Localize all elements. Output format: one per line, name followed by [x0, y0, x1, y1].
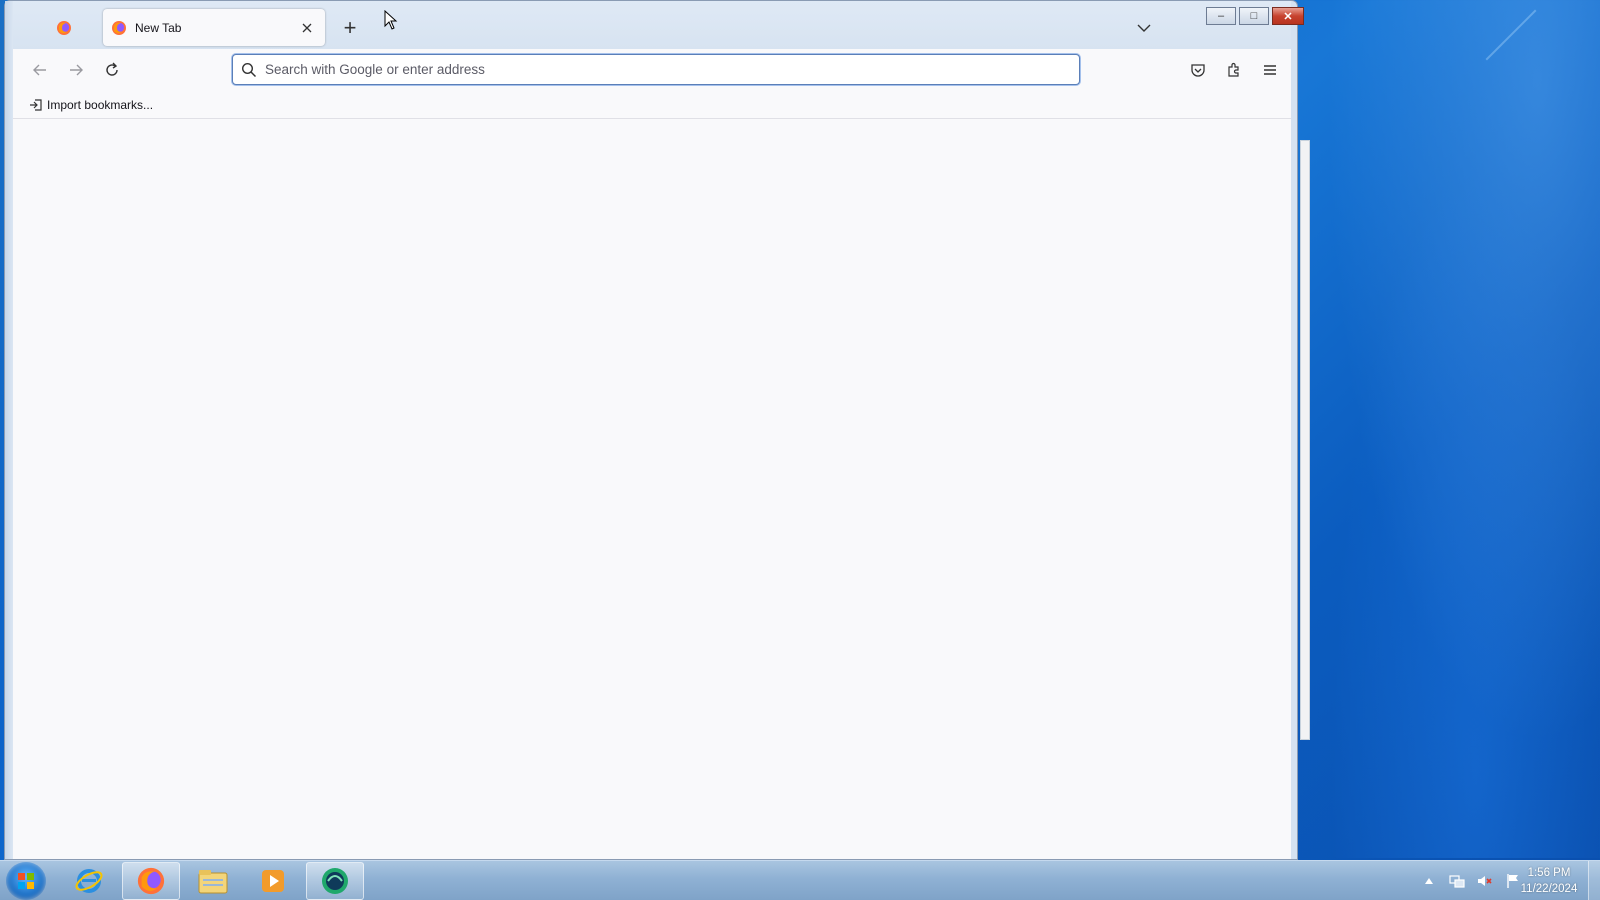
pocket-icon [1191, 64, 1205, 77]
mouse-cursor-icon [384, 10, 398, 30]
firefox-icon [57, 21, 71, 35]
maximize-button[interactable]: □ [1239, 7, 1269, 25]
close-icon: ✕ [1283, 10, 1293, 23]
desktop-background [1290, 0, 1600, 858]
back-button[interactable] [27, 57, 53, 83]
navigation-toolbar [13, 49, 1291, 91]
list-all-tabs-button[interactable] [1133, 17, 1155, 39]
show-hidden-icons-button[interactable] [1420, 872, 1438, 890]
extensions-button[interactable] [1221, 57, 1247, 83]
pocket-button[interactable] [1185, 57, 1211, 83]
import-bookmarks-label: Import bookmarks... [47, 97, 154, 112]
forward-button[interactable] [63, 57, 89, 83]
window-frame [5, 1, 13, 859]
url-bar[interactable] [232, 54, 1080, 85]
taskbar-item-internet-explorer[interactable] [60, 862, 118, 900]
plus-icon: + [343, 15, 357, 40]
search-icon [241, 62, 257, 77]
taskbar-item-media-player[interactable] [244, 862, 302, 900]
start-button[interactable] [6, 862, 46, 900]
internet-explorer-icon [75, 869, 103, 893]
clock-date: 11/22/2024 [1520, 883, 1578, 895]
app-icon [322, 868, 348, 894]
taskbar: 1:56 PM 11/22/2024 [0, 860, 1600, 900]
bookmarks-toolbar: Import bookmarks... [13, 91, 1291, 119]
menu-button[interactable] [1257, 57, 1283, 83]
chevron-down-icon [1137, 24, 1151, 32]
maximize-icon: □ [1250, 10, 1258, 22]
minimize-button[interactable]: – [1206, 7, 1236, 25]
search-input[interactable] [265, 57, 1055, 82]
puzzle-icon [1228, 62, 1239, 77]
taskbar-item-app-green-circle[interactable] [306, 862, 364, 900]
pinned-tab[interactable] [51, 15, 77, 41]
taskbar-item-firefox[interactable] [122, 862, 180, 900]
new-tab-button[interactable]: + [337, 15, 363, 41]
hamburger-menu-icon [1264, 65, 1276, 75]
folder-icon [198, 870, 228, 894]
firefox-icon [137, 867, 165, 895]
tab-bar: New Tab + – □ ✕ [13, 1, 1304, 49]
reload-button[interactable] [99, 57, 125, 83]
system-clock[interactable]: 1:56 PM 11/22/2024 [1512, 865, 1586, 897]
taskbar-item-file-explorer[interactable] [184, 862, 242, 900]
reload-icon [106, 62, 118, 76]
clock-time: 1:56 PM [1527, 867, 1571, 879]
close-icon[interactable] [297, 18, 317, 38]
window-controls: – □ ✕ [1206, 7, 1304, 25]
background-window-edge [1300, 140, 1310, 740]
triangle-up-icon [1425, 878, 1433, 884]
volume-muted-icon[interactable] [1476, 872, 1494, 890]
arrow-right-icon [70, 64, 83, 76]
windows-logo-icon [18, 873, 34, 889]
tab-new-tab[interactable]: New Tab [103, 9, 325, 46]
system-tray [1420, 867, 1522, 895]
import-icon [30, 98, 42, 111]
network-icon[interactable] [1448, 872, 1466, 890]
tab-title: New Tab [135, 20, 182, 35]
minimize-icon: – [1217, 10, 1225, 22]
media-player-icon [262, 870, 284, 892]
browser-window: New Tab + – □ ✕ Search with Google or en… [4, 0, 1304, 860]
close-window-button[interactable]: ✕ [1272, 7, 1304, 25]
import-bookmarks-button[interactable]: Import bookmarks... [29, 98, 153, 112]
page-content [13, 119, 1291, 859]
arrow-left-icon [33, 64, 46, 76]
firefox-icon [112, 20, 126, 35]
toolbar-right [1185, 57, 1283, 83]
show-desktop-button[interactable] [1588, 861, 1600, 900]
